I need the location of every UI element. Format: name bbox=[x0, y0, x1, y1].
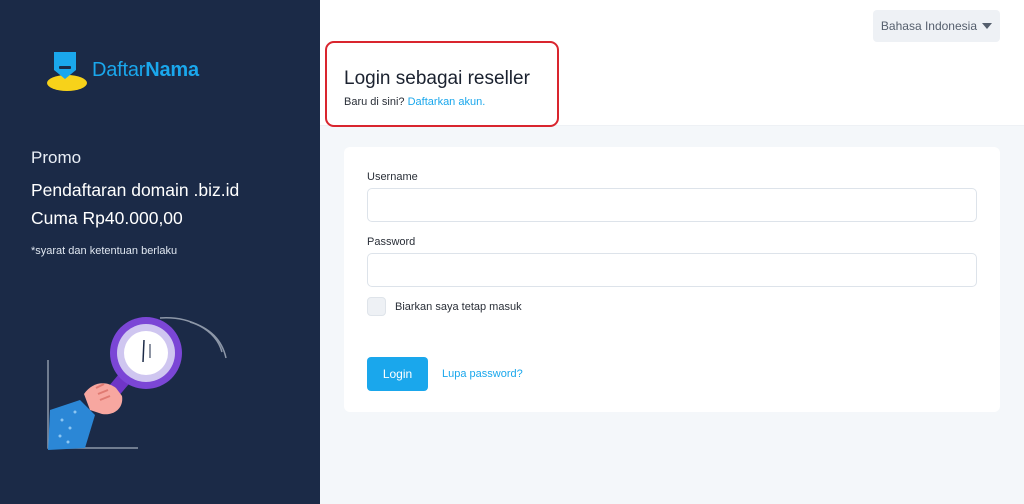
caret-down-icon bbox=[982, 23, 992, 29]
promo-price: Cuma Rp40.000,00 bbox=[31, 208, 183, 228]
login-form: Username Password Biarkan saya tetap mas… bbox=[344, 147, 1000, 412]
top-bar: Bahasa Indonesia bbox=[320, 0, 1024, 52]
sidebar: DaftarNama Promo Pendaftaran domain .biz… bbox=[0, 0, 320, 504]
promo-label: Promo bbox=[31, 148, 82, 167]
page-title: Login sebagai reseller bbox=[344, 68, 530, 89]
username-input[interactable] bbox=[367, 188, 977, 222]
logo-part-1: Daftar bbox=[92, 58, 146, 81]
magnifier-illustration bbox=[40, 300, 240, 470]
username-label: Username bbox=[367, 171, 418, 183]
remember-me-checkbox[interactable] bbox=[367, 297, 386, 316]
password-input[interactable] bbox=[367, 253, 977, 287]
login-button[interactable]: Login bbox=[367, 357, 428, 391]
register-prompt-text: Baru di sini? bbox=[344, 96, 405, 108]
logo-wordmark: DaftarNama bbox=[92, 59, 199, 82]
remember-me-label: Biarkan saya tetap masuk bbox=[395, 300, 522, 313]
promo-headline: Pendaftaran domain .biz.id bbox=[31, 180, 240, 200]
password-label: Password bbox=[367, 236, 416, 248]
brand-logo[interactable]: DaftarNama bbox=[46, 48, 199, 92]
language-value: Bahasa Indonesia bbox=[880, 19, 977, 33]
language-selector[interactable]: Bahasa Indonesia bbox=[872, 10, 1000, 42]
logo-icon bbox=[46, 48, 88, 92]
logo-part-2: Nama bbox=[145, 58, 199, 81]
promo-terms-note: *syarat dan ketentuan berlaku bbox=[31, 245, 178, 257]
forgot-password-link[interactable]: Lupa password? bbox=[442, 368, 523, 380]
remember-me-row: Biarkan saya tetap masuk bbox=[367, 297, 522, 316]
register-prompt: Baru di sini? Daftarkan akun. bbox=[344, 96, 485, 108]
register-link[interactable]: Daftarkan akun. bbox=[408, 96, 486, 108]
